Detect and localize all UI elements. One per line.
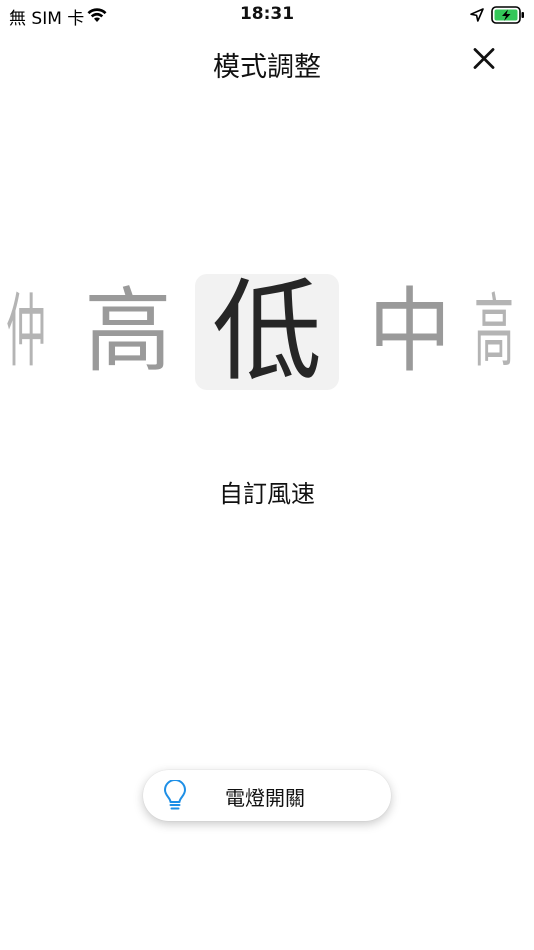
speed-option-high[interactable]: 高 — [82, 272, 173, 392]
page-title: 模式調整 — [213, 52, 321, 83]
status-bar: 無 SIM 卡 18:31 — [0, 0, 534, 32]
close-button[interactable] — [464, 40, 504, 80]
light-toggle-label: 電燈開關 — [225, 786, 305, 810]
lightbulb-icon — [161, 779, 189, 816]
close-icon — [473, 48, 495, 69]
speed-option-mid[interactable]: 中 — [368, 272, 451, 392]
speed-option-edge-right[interactable]: 高 — [474, 272, 514, 392]
light-toggle-button[interactable]: 電燈開關 — [143, 770, 391, 821]
custom-speed-link[interactable]: 自訂風速 — [0, 474, 534, 509]
clock: 18:31 — [239, 4, 295, 24]
battery-charging-icon — [491, 6, 525, 28]
speed-option-selected[interactable]: 低 — [195, 272, 339, 392]
location-arrow-icon — [470, 7, 484, 26]
speed-option-edge-left[interactable]: 仲 — [6, 272, 46, 392]
fan-speed-picker[interactable]: 仲 高 低 中 高 — [0, 272, 534, 392]
